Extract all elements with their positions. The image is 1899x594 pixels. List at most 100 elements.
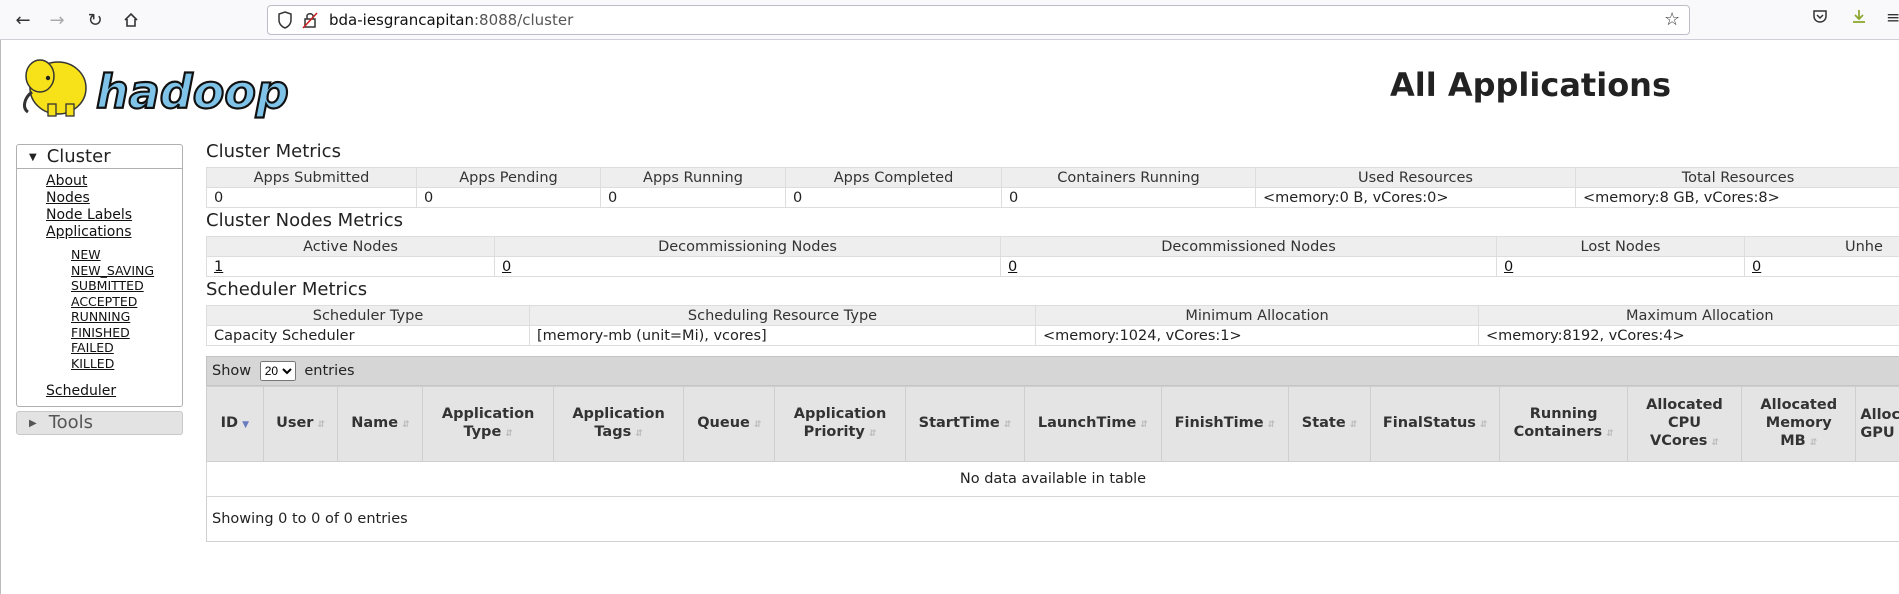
page-title: All Applications (1390, 66, 1671, 104)
column-header-running-containers[interactable]: Running Containers ⇵ (1499, 386, 1628, 462)
column-header: Lost Nodes (1496, 236, 1745, 257)
column-header-user[interactable]: User ⇵ (262, 386, 339, 462)
applications-table: ID ▼ User ⇵ Name ⇵ Application Type ⇵ Applic… (206, 386, 1899, 497)
apps-pending-value: 0 (416, 187, 601, 208)
column-header-finishtime[interactable]: FinishTime ⇵ (1160, 386, 1290, 462)
cluster-nav-header[interactable]: ▼ Cluster (17, 145, 182, 169)
column-header-launchtime[interactable]: LaunchTime ⇵ (1024, 386, 1162, 462)
url-text: bda-iesgrancapitan:8088/cluster (329, 11, 574, 29)
pocket-icon[interactable] (1812, 8, 1828, 29)
unhealthy-nodes-link[interactable]: 0 (1752, 259, 1761, 275)
column-header-id[interactable]: ID ▼ (206, 386, 264, 462)
nav-link-state-accepted[interactable]: ACCEPTED (71, 294, 154, 310)
back-icon[interactable]: ← (10, 8, 36, 32)
browser-toolbar: ← → ↻ bda-iesgrancapitan:8088/cluster ☆ … (0, 0, 1899, 40)
column-header-application-type[interactable]: Application Type ⇵ (422, 386, 554, 462)
page: hadoop All Applications ▼ Cluster About N… (0, 40, 1899, 594)
nodes-metrics-title: Cluster Nodes Metrics (206, 210, 404, 231)
scheduler-type-value: Capacity Scheduler (206, 325, 530, 346)
decommissioning-nodes-link[interactable]: 0 (502, 259, 511, 275)
nav-link-state-finished[interactable]: FINISHED (71, 325, 154, 341)
nodes-metrics-table: Active Nodes Decommissioning Nodes Decom… (206, 236, 1899, 277)
menu-icon[interactable]: ≡ (1886, 8, 1899, 28)
column-header: Apps Completed (785, 167, 1002, 188)
cluster-metrics-table: Apps Submitted Apps Pending Apps Running… (206, 167, 1899, 208)
nav-link-nodes[interactable]: Nodes (46, 190, 132, 207)
sort-icon: ⇵ (1606, 429, 1614, 439)
containers-running-value: 0 (1001, 187, 1256, 208)
tools-nav-header[interactable]: ▶ Tools (16, 411, 183, 435)
column-header-starttime[interactable]: StartTime ⇵ (904, 386, 1026, 462)
column-header: Scheduling Resource Type (529, 305, 1036, 326)
nav-link-node-labels[interactable]: Node Labels (46, 207, 132, 224)
apps-completed-value: 0 (785, 187, 1002, 208)
hadoop-logo[interactable]: hadoop (18, 48, 318, 123)
sort-icon: ⇵ (1140, 420, 1148, 430)
column-header: Containers Running (1001, 167, 1256, 188)
nav-link-scheduler[interactable]: Scheduler (46, 383, 116, 399)
scheduling-resource-type-value: [memory-mb (unit=Mi), vcores] (529, 325, 1036, 346)
column-header: Scheduler Type (206, 305, 530, 326)
home-icon[interactable] (118, 8, 144, 32)
sort-icon: ⇵ (753, 420, 762, 430)
column-header-queue[interactable]: Queue ⇵ (683, 386, 776, 462)
address-bar[interactable]: bda-iesgrancapitan:8088/cluster ☆ (267, 5, 1690, 35)
minimum-allocation-value: <memory:1024, vCores:1> (1035, 325, 1479, 346)
page-size-select[interactable]: 20 (259, 361, 296, 381)
bookmark-star-icon[interactable]: ☆ (1664, 9, 1680, 30)
apps-submitted-value: 0 (206, 187, 417, 208)
column-header: Used Resources (1255, 167, 1576, 188)
column-header-name[interactable]: Name ⇵ (337, 386, 424, 462)
sort-desc-icon: ▼ (242, 420, 249, 430)
sort-icon: ⇵ (1003, 420, 1012, 430)
column-header-allocated-gpu[interactable]: Alloca GPU (1855, 386, 1899, 462)
reload-icon[interactable]: ↻ (82, 8, 108, 32)
page-size-bar: Show 20 entries (206, 356, 1899, 386)
column-header: Minimum Allocation (1035, 305, 1479, 326)
nav-link-state-submitted[interactable]: SUBMITTED (71, 278, 154, 294)
entries-label: entries (304, 363, 355, 379)
scheduler-metrics-table: Scheduler Type Scheduling Resource Type … (206, 305, 1899, 346)
column-header-finalstatus[interactable]: FinalStatus ⇵ (1369, 386, 1501, 462)
sort-icon: ⇵ (505, 429, 513, 439)
sort-icon: ⇵ (402, 420, 410, 430)
nav-link-state-new[interactable]: NEW (71, 247, 154, 263)
scheduler-metrics-title: Scheduler Metrics (206, 279, 368, 300)
column-header: Total Resources (1575, 167, 1899, 188)
sort-icon: ⇵ (1479, 420, 1488, 430)
maximum-allocation-value: <memory:8192, vCores:4> (1478, 325, 1899, 346)
column-header-state[interactable]: State ⇵ (1288, 386, 1371, 462)
column-header-allocated-memory-mb[interactable]: Allocated Memory MB ⇵ (1741, 386, 1857, 462)
column-header-allocated-cpu-vcores[interactable]: Allocated CPU VCores ⇵ (1626, 386, 1743, 462)
column-header-application-priority[interactable]: Application Priority ⇵ (774, 386, 906, 462)
column-header: Active Nodes (206, 236, 495, 257)
show-label: Show (212, 363, 252, 379)
column-header: Unhe (1744, 236, 1899, 257)
nav-link-applications[interactable]: Applications (46, 224, 132, 241)
decommissioned-nodes-link[interactable]: 0 (1008, 259, 1017, 275)
shield-icon[interactable] (277, 11, 293, 33)
lost-nodes-link[interactable]: 0 (1504, 259, 1513, 275)
nav-link-state-killed[interactable]: KILLED (71, 356, 154, 372)
nav-link-state-running[interactable]: RUNNING (71, 309, 154, 325)
sort-icon: ⇵ (317, 420, 325, 430)
nav-link-state-new-saving[interactable]: NEW_SAVING (71, 263, 154, 279)
cluster-nav: ▼ Cluster About Nodes Node Labels Applica… (16, 144, 183, 407)
empty-table-message: No data available in table (206, 461, 1899, 497)
download-icon[interactable] (1851, 8, 1867, 29)
applications-table-wrapper: Show 20 entries ID ▼ User ⇵ Name ⇵ Applicat… (206, 356, 1899, 580)
sort-icon: ⇵ (1809, 438, 1818, 448)
active-nodes-link[interactable]: 1 (214, 259, 223, 275)
caret-right-icon: ▶ (29, 418, 37, 429)
caret-down-icon: ▼ (29, 152, 37, 163)
total-resources-value: <memory:8 GB, vCores:8> (1575, 187, 1899, 208)
nav-link-state-failed[interactable]: FAILED (71, 340, 154, 356)
forward-icon[interactable]: → (44, 8, 70, 32)
column-header-application-tags[interactable]: Application Tags ⇵ (552, 386, 685, 462)
nav-link-about[interactable]: About (46, 173, 132, 190)
insecure-lock-icon[interactable] (302, 11, 318, 33)
column-header: Apps Submitted (206, 167, 417, 188)
column-header: Apps Pending (416, 167, 601, 188)
column-header: Decommissioned Nodes (1000, 236, 1497, 257)
table-info: Showing 0 to 0 of 0 entries (206, 497, 1899, 542)
